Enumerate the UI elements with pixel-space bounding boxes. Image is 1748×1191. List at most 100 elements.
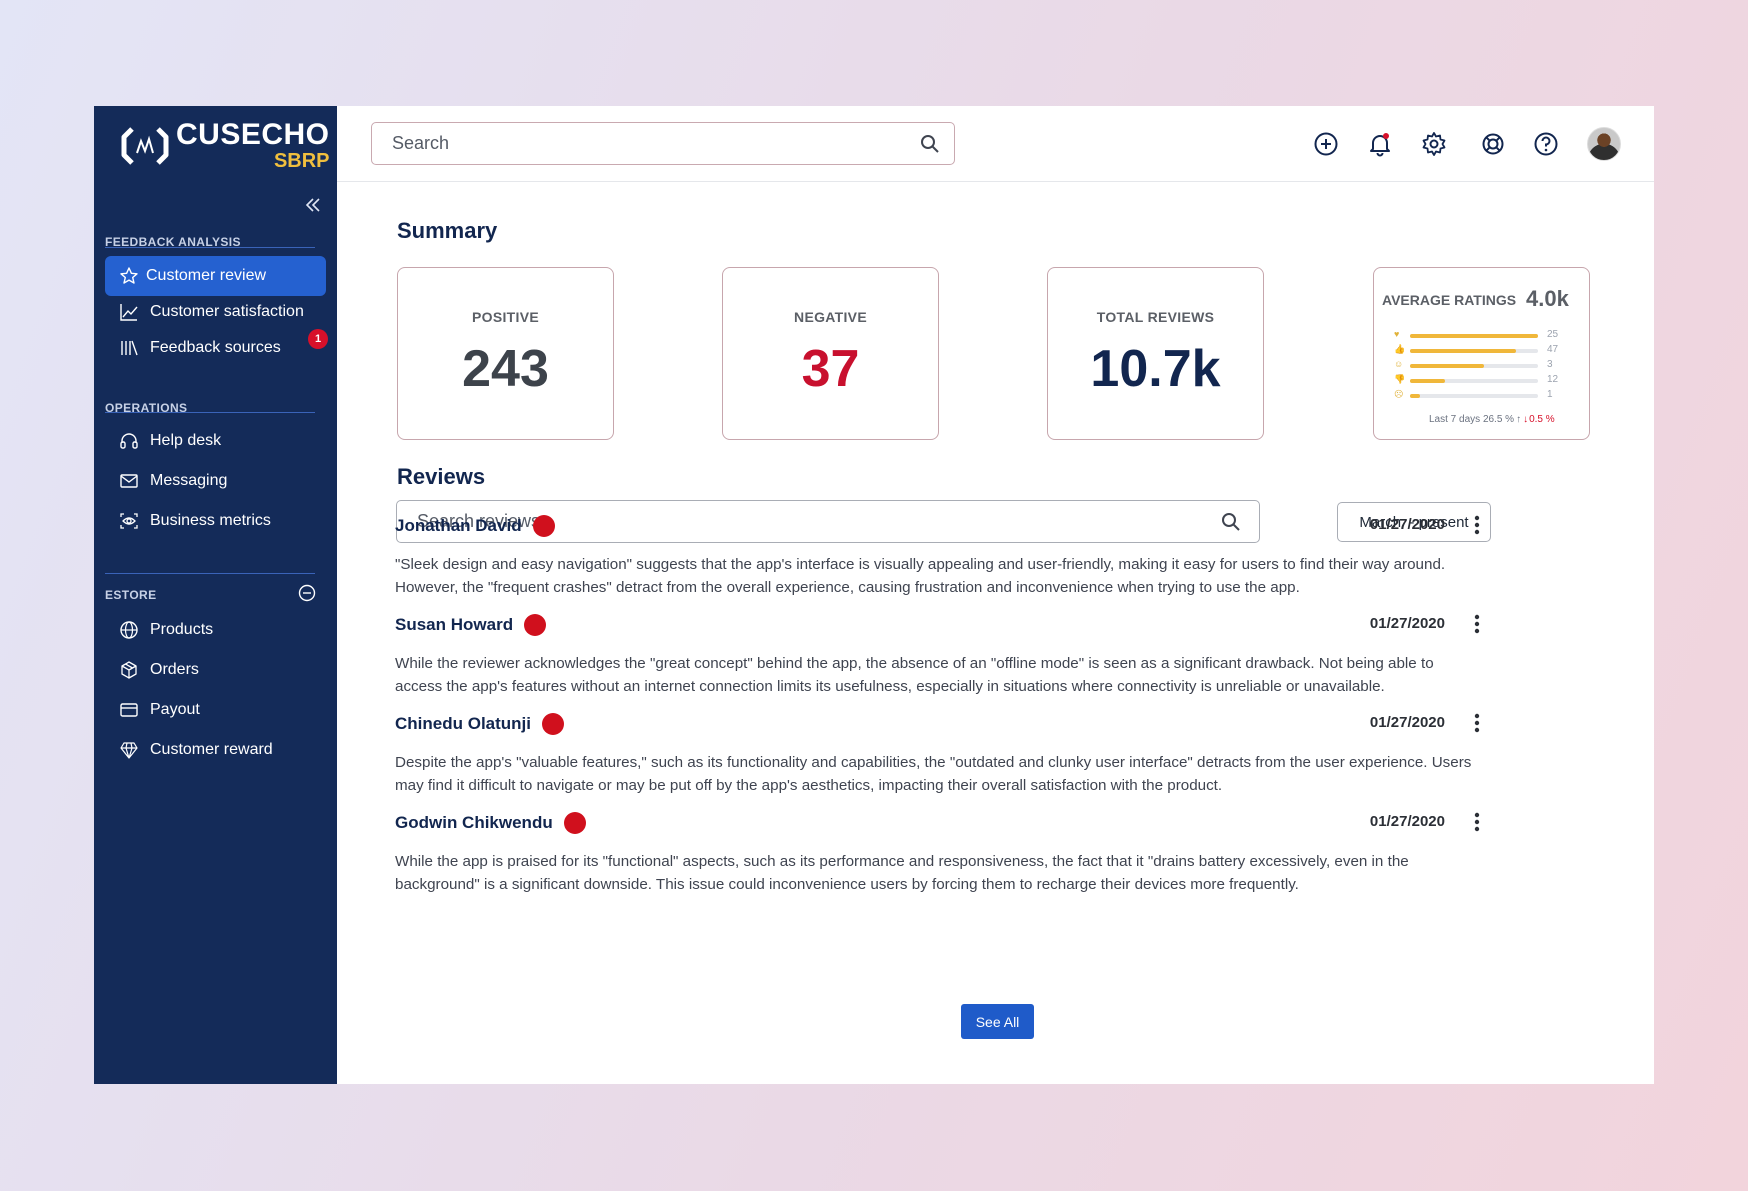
sentiment-dot xyxy=(532,515,555,537)
rating-count: 1 xyxy=(1547,389,1553,400)
see-all-button[interactable]: See All xyxy=(961,1004,1034,1039)
review-item: Chinedu Olatunji 01/27/2020 Despite the ap… xyxy=(395,713,1485,797)
rating-row: 👎 12 xyxy=(1394,374,1584,386)
rating-bar-fill xyxy=(1410,334,1538,338)
sidebar-item-products[interactable]: Products xyxy=(105,610,326,650)
sidebar-item-label: Payout xyxy=(150,701,200,718)
reviewer-name[interactable]: Chinedu Olatunji xyxy=(395,713,564,735)
sidebar-item-label: Orders xyxy=(150,661,199,678)
average-ratings-label: AVERAGE RATINGS xyxy=(1382,292,1517,308)
total-reviews-value: 10.7k xyxy=(1090,340,1221,398)
more-options-icon[interactable] xyxy=(1469,513,1485,537)
sentiment-dot xyxy=(524,614,547,636)
top-bar: Search xyxy=(337,106,1654,182)
avatar[interactable] xyxy=(1587,127,1621,161)
gear-icon[interactable] xyxy=(1420,130,1448,158)
ratings-down-value: 0.5 % xyxy=(1529,414,1555,425)
diamond-icon xyxy=(118,739,140,761)
negative-value: 37 xyxy=(801,340,860,398)
arrow-down-icon: ↓ xyxy=(1523,414,1529,425)
more-options-icon[interactable] xyxy=(1469,612,1485,636)
average-ratings-total: 4.0k xyxy=(1526,286,1569,311)
collapse-sidebar-icon[interactable] xyxy=(302,194,324,216)
positive-label: POSITIVE xyxy=(472,309,539,325)
star-icon xyxy=(118,265,140,287)
sidebar-item-label: Customer satisfaction xyxy=(150,303,304,320)
summary-title: Summary xyxy=(397,218,498,243)
package-icon xyxy=(118,659,140,681)
sidebar-item-customer-review[interactable]: Customer review xyxy=(105,256,326,296)
review-item: Godwin Chikwendu 01/27/2020 While the app … xyxy=(395,812,1485,896)
reviews-title: Reviews xyxy=(397,464,486,489)
global-search-input[interactable]: Search xyxy=(371,122,955,165)
sidebar-item-business-metrics[interactable]: Business metrics xyxy=(105,501,326,541)
sidebar-item-customer-satisfaction[interactable]: Customer satisfaction xyxy=(105,292,326,332)
ratings-period: Last 7 days xyxy=(1429,414,1481,425)
rating-bar-track xyxy=(1410,349,1538,353)
ratings-footer: Last 7 days 26.5 % ↑ ↓ 0.5 % xyxy=(1429,414,1555,425)
sidebar-item-help-desk[interactable]: Help desk xyxy=(105,421,326,461)
reviewer-name[interactable]: Jonathan David xyxy=(395,515,555,537)
sentiment-dot xyxy=(542,713,564,735)
average-ratings-card: AVERAGE RATINGS 4.0k ♥ 25 👍 47 ☺ 3 👎 12 ☹ 1 Last … xyxy=(1373,267,1590,440)
rating-bar-track xyxy=(1410,364,1538,368)
line-chart-icon xyxy=(118,301,140,323)
collapse-section-icon[interactable] xyxy=(297,583,317,603)
sidebar-item-payout[interactable]: Payout xyxy=(105,690,326,730)
rating-bar-track xyxy=(1410,379,1538,383)
thumbs-up-icon: 👍 xyxy=(1394,344,1406,354)
sidebar-item-messaging[interactable]: Messaging xyxy=(105,461,326,501)
sidebar-item-feedback-sources[interactable]: Feedback sources xyxy=(105,328,326,368)
negative-label: NEGATIVE xyxy=(794,309,867,325)
section-operations: OPERATIONS xyxy=(105,401,188,415)
arrow-up-icon: ↑ xyxy=(1516,414,1522,425)
rating-bar-track xyxy=(1410,394,1538,398)
mail-icon xyxy=(118,470,140,492)
sidebar-item-customer-reward[interactable]: Customer reward xyxy=(105,730,326,770)
more-options-icon[interactable] xyxy=(1469,810,1485,834)
review-date: 01/27/2020 xyxy=(1369,714,1445,731)
rating-bar-fill xyxy=(1410,394,1421,398)
reviewer-name[interactable]: Susan Howard xyxy=(395,614,547,636)
search-placeholder: Search xyxy=(392,133,450,153)
positive-card: POSITIVE 243 xyxy=(397,267,614,440)
sidebar-item-label: Products xyxy=(150,621,214,638)
total-reviews-card: TOTAL REVIEWS 10.7k xyxy=(1047,267,1264,440)
review-text: While the app is praised for its "functi… xyxy=(395,853,1409,893)
rating-bar-fill xyxy=(1410,349,1517,353)
bell-icon[interactable] xyxy=(1366,130,1394,158)
credit-card-icon xyxy=(118,699,140,721)
section-estore: ESTORE xyxy=(105,588,157,602)
review-text: Despite the app's "valuable features," s… xyxy=(395,754,1472,794)
reviewer-name[interactable]: Godwin Chikwendu xyxy=(395,812,586,834)
review-text: "Sleek design and easy navigation" sugge… xyxy=(395,556,1446,596)
eye-scan-icon xyxy=(118,510,140,532)
review-item: Susan Howard 01/27/2020 While the reviewer… xyxy=(395,614,1485,698)
add-circle-icon[interactable] xyxy=(1312,130,1340,158)
thumbs-down-icon: 👎 xyxy=(1394,374,1406,384)
support-lifebuoy-icon[interactable] xyxy=(1479,130,1507,158)
more-options-icon[interactable] xyxy=(1469,711,1485,735)
search-icon[interactable] xyxy=(920,134,940,154)
rating-row: ☺ 3 xyxy=(1394,359,1584,371)
help-icon[interactable] xyxy=(1532,130,1560,158)
sidebar-item-label: Business metrics xyxy=(150,512,271,529)
sidebar-item-label: Customer review xyxy=(146,267,267,284)
total-reviews-label: TOTAL REVIEWS xyxy=(1096,309,1215,325)
brand-subtitle: SBRP xyxy=(273,150,330,172)
headset-icon xyxy=(118,430,140,452)
review-item: Jonathan David 01/27/2020 "Sleek design an… xyxy=(395,515,1485,599)
rating-bar-fill xyxy=(1410,379,1445,383)
sentiment-dot xyxy=(563,812,586,834)
rating-row: 👍 47 xyxy=(1394,344,1584,356)
review-text: While the reviewer acknowledges the "gre… xyxy=(395,655,1434,695)
library-icon xyxy=(118,337,140,359)
rating-count: 12 xyxy=(1547,374,1559,385)
brand-logo[interactable]: CUSECHO SBRP xyxy=(120,120,330,171)
globe-icon xyxy=(118,619,140,641)
positive-value: 243 xyxy=(462,340,549,398)
sidebar-item-orders[interactable]: Orders xyxy=(105,650,326,690)
app-window: CUSECHO SBRP FEEDBACK ANALYSIS Customer … xyxy=(94,106,1654,1084)
logo-icon xyxy=(121,126,169,165)
rating-bar-track xyxy=(1410,334,1538,338)
